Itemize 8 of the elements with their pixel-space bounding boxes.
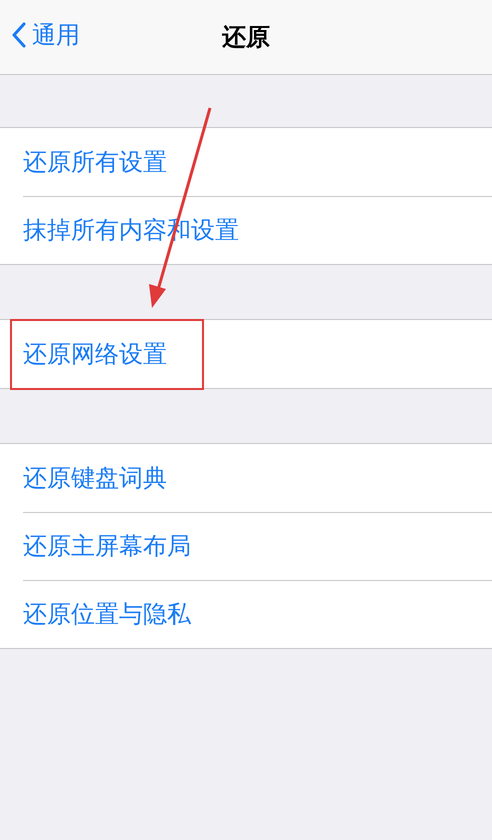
- settings-row[interactable]: 还原位置与隐私: [0, 580, 492, 648]
- settings-row[interactable]: 还原网络设置: [0, 320, 492, 388]
- chevron-left-icon: [12, 22, 26, 48]
- settings-row[interactable]: 还原所有设置: [0, 128, 492, 196]
- page-title: 还原: [222, 25, 270, 49]
- settings-row[interactable]: 还原键盘词典: [0, 444, 492, 512]
- back-button[interactable]: 通用: [12, 22, 80, 48]
- settings-row[interactable]: 还原主屏幕布局: [0, 512, 492, 580]
